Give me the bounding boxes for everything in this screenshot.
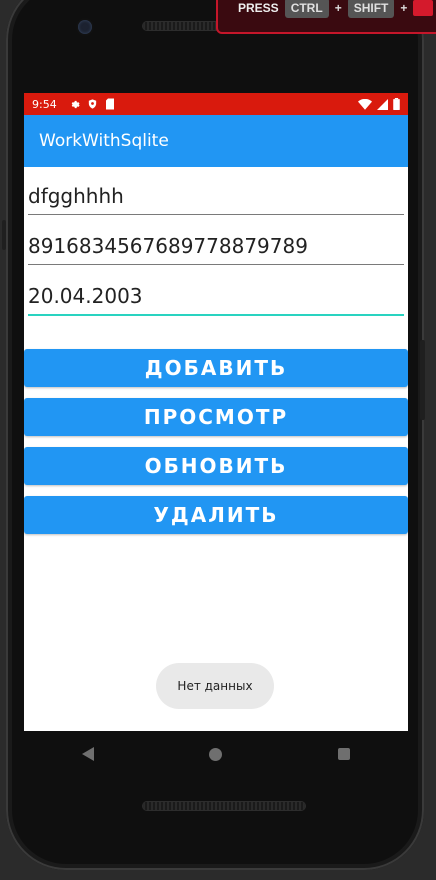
battery-icon: [393, 98, 400, 110]
recent-apps-icon[interactable]: [338, 748, 351, 760]
name-field[interactable]: dfgghhhh: [28, 173, 404, 223]
gear-icon: [71, 100, 80, 108]
bottom-speaker: [143, 802, 305, 810]
press-label: PRESS: [238, 1, 279, 15]
name-field-value: dfgghhhh: [28, 184, 124, 208]
view-button[interactable]: ПРОСМОТР: [24, 398, 408, 436]
update-button[interactable]: ОБНОВИТЬ: [24, 447, 408, 485]
app-title: WorkWithSqlite: [39, 131, 169, 151]
add-button[interactable]: ДОБАВИТЬ: [24, 349, 408, 387]
key-indicator: [413, 0, 434, 16]
toast-message: Нет данных: [156, 663, 274, 709]
shift-key: SHIFT: [347, 0, 395, 18]
keyboard-shortcut-overlay: PRESS CTRL + SHIFT +: [216, 0, 436, 34]
back-icon[interactable]: [81, 747, 94, 761]
date-field[interactable]: 20.04.2003: [28, 273, 404, 323]
ctrl-key: CTRL: [284, 0, 329, 18]
status-icons-left: [69, 98, 115, 110]
name-field-underline: [28, 214, 404, 215]
delete-button[interactable]: УДАЛИТЬ: [24, 496, 408, 534]
front-camera-icon: [78, 20, 92, 34]
navigation-bar: [24, 731, 408, 777]
sd-card-icon: [105, 98, 114, 110]
shield-icon: [88, 99, 96, 109]
plus-sign: +: [334, 1, 342, 15]
phone-field-underline: [28, 264, 404, 265]
status-time: 9:54: [32, 97, 57, 111]
date-field-underline: [28, 314, 404, 316]
phone-field[interactable]: 8916834567689778879789: [28, 223, 404, 273]
date-field-value: 20.04.2003: [28, 284, 143, 308]
power-button: [2, 220, 6, 250]
toast-text: Нет данных: [177, 679, 253, 693]
status-bar: 9:54: [24, 93, 408, 115]
phone-field-value: 8916834567689778879789: [28, 234, 308, 258]
home-icon[interactable]: [209, 747, 223, 761]
volume-button: [420, 340, 425, 420]
signal-icon: [377, 98, 388, 110]
wifi-icon: [358, 98, 372, 110]
app-bar: WorkWithSqlite: [24, 115, 408, 167]
plus-sign: +: [400, 1, 408, 15]
status-icons-right: [358, 98, 400, 110]
device-screen: 9:54 WorkWithSqlite dfgghhhh 89168345676…: [24, 93, 408, 731]
